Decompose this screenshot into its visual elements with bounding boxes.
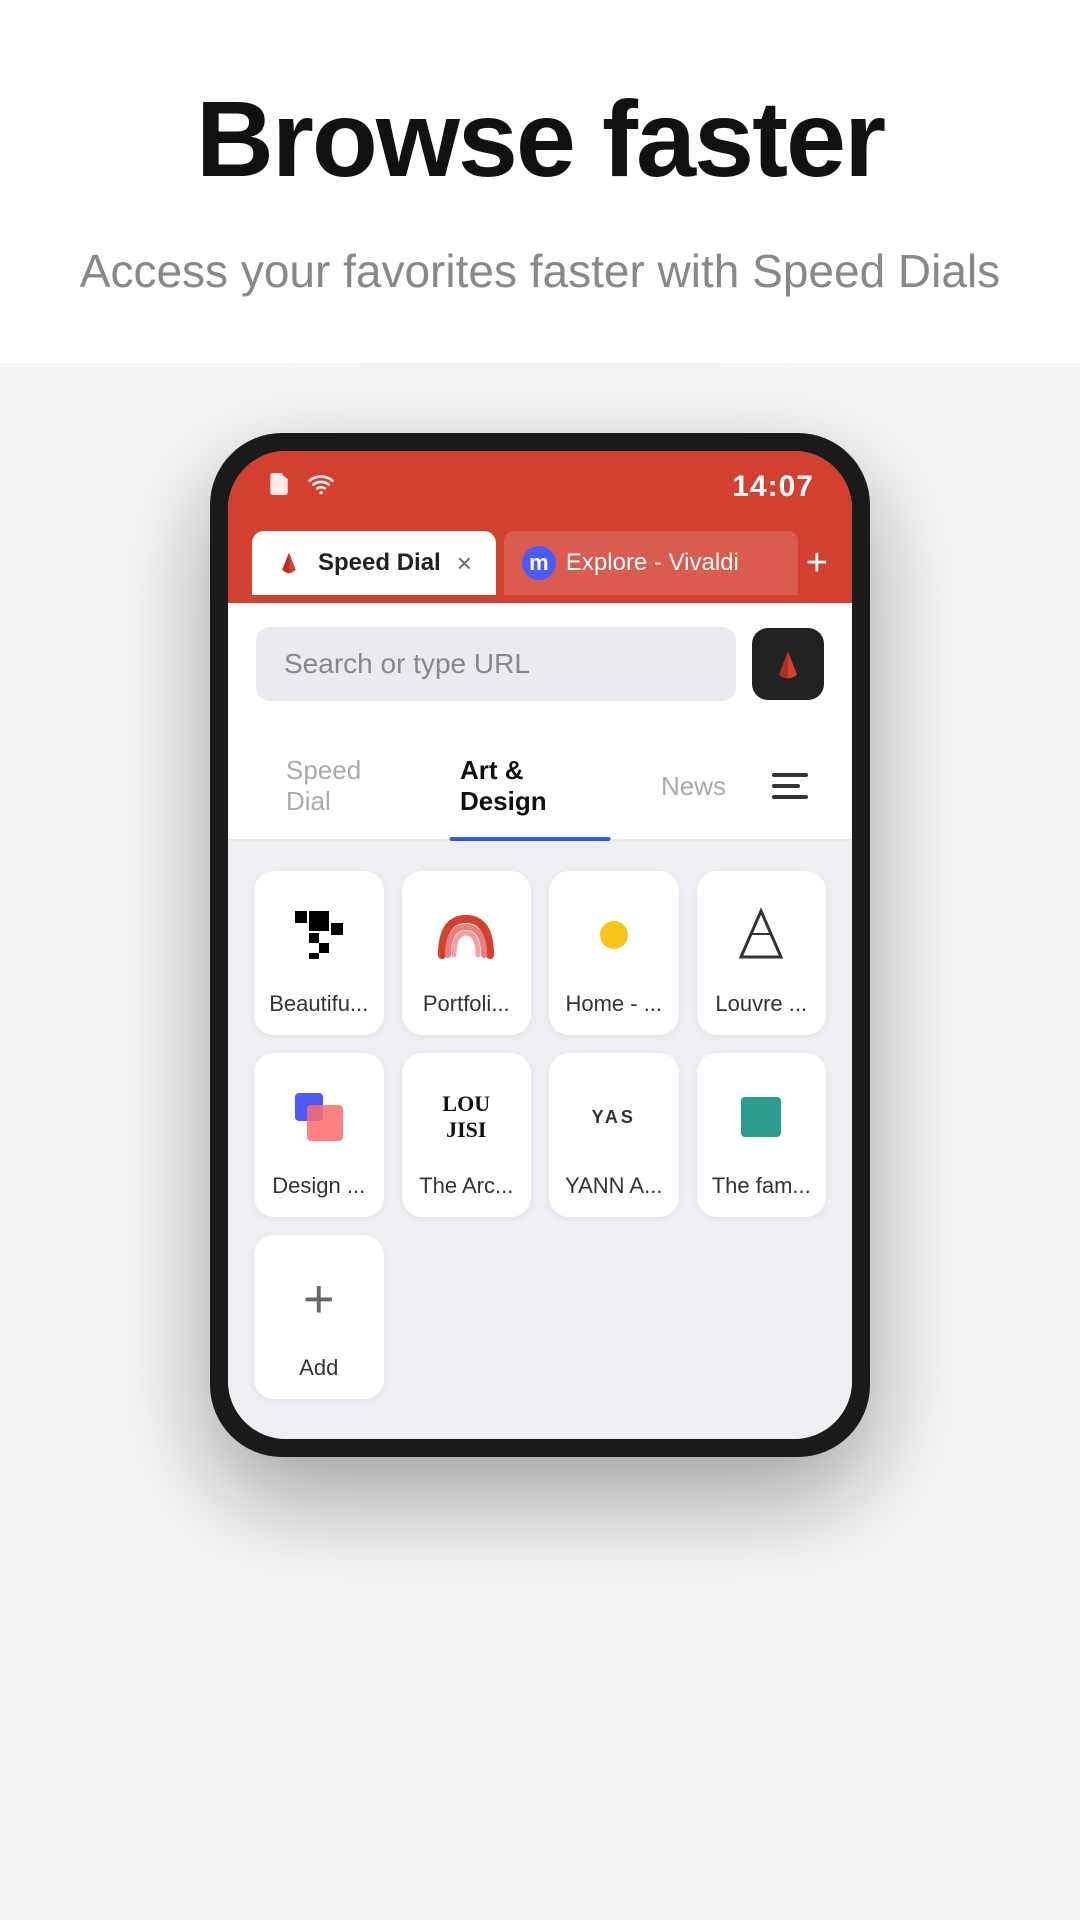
nav-menu-button[interactable] xyxy=(756,763,824,821)
dial-item-portfoli[interactable]: Portfoli... xyxy=(402,871,532,1035)
dial-item-design[interactable]: Design ... xyxy=(254,1053,384,1217)
vivaldi-menu-button[interactable] xyxy=(752,628,824,700)
tab-explore[interactable]: m Explore - Vivaldi xyxy=(504,531,798,595)
status-icons xyxy=(266,471,336,504)
search-placeholder: Search or type URL xyxy=(284,648,530,680)
hero-title: Browse faster xyxy=(60,80,1020,199)
dial-item-arc[interactable]: LOUJISI The Arc... xyxy=(402,1053,532,1217)
browser-content: Search or type URL xyxy=(228,603,852,721)
wifi-icon xyxy=(306,471,336,504)
nav-tabs: Speed Dial Art & Design News xyxy=(228,721,852,841)
dial-label-beautifu: Beautifu... xyxy=(269,991,368,1017)
dial-item-yann[interactable]: YAS YANN A... xyxy=(549,1053,679,1217)
dial-label-louvre: Louvre ... xyxy=(715,991,807,1017)
dial-label-home: Home - ... xyxy=(565,991,662,1017)
portfoli-icon xyxy=(426,895,506,975)
dial-label-yann: YANN A... xyxy=(565,1173,662,1199)
hamburger-line-3 xyxy=(772,795,808,799)
dial-label-portfoli: Portfoli... xyxy=(423,991,510,1017)
tab-speed-dial[interactable]: Speed Dial × xyxy=(252,531,496,595)
tab-close-button[interactable]: × xyxy=(453,544,476,583)
add-label: Add xyxy=(299,1355,338,1381)
tab-art-design-nav[interactable]: Art & Design xyxy=(430,745,631,839)
dial-grid: Beautifu... Portfoli... xyxy=(254,871,826,1217)
add-icon: + xyxy=(279,1259,359,1339)
mastodon-icon: m xyxy=(522,546,556,580)
search-row: Search or type URL xyxy=(256,627,824,701)
speed-dial-section: Beautifu... Portfoli... xyxy=(228,841,852,1439)
hero-subtitle: Access your favorites faster with Speed … xyxy=(60,239,1020,303)
dial-item-beautifu[interactable]: Beautifu... xyxy=(254,871,384,1035)
tab-inactive-label: Explore - Vivaldi xyxy=(566,549,739,577)
hamburger-line-1 xyxy=(772,773,808,777)
tab-active-label: Speed Dial xyxy=(318,549,441,577)
home-icon xyxy=(574,895,654,975)
dial-label-design: Design ... xyxy=(272,1173,365,1199)
tab-news-nav[interactable]: News xyxy=(631,761,756,824)
portfoli-logo xyxy=(434,903,498,967)
document-icon xyxy=(266,471,292,504)
phone-mockup: 14:07 Speed Dial × m xyxy=(210,433,870,1457)
tab-bar: Speed Dial × m Explore - Vivaldi + xyxy=(228,523,852,603)
hamburger-icon xyxy=(772,773,808,799)
louvre-logo xyxy=(729,903,793,967)
phone-frame: 14:07 Speed Dial × m xyxy=(210,433,870,1457)
new-tab-button[interactable]: + xyxy=(806,542,828,585)
page-bottom xyxy=(0,1457,1080,1920)
design-icon xyxy=(279,1077,359,1157)
arc-icon: LOUJISI xyxy=(426,1077,506,1157)
status-bar: 14:07 xyxy=(228,451,852,523)
dial-item-fam[interactable]: The fam... xyxy=(697,1053,827,1217)
dial-item-home[interactable]: Home - ... xyxy=(549,871,679,1035)
status-time: 14:07 xyxy=(732,470,814,504)
home-logo xyxy=(582,903,646,967)
dial-label-fam: The fam... xyxy=(712,1173,811,1199)
beautifu-icon xyxy=(279,895,359,975)
vivaldi-v-icon xyxy=(770,646,806,682)
phone-screen: 14:07 Speed Dial × m xyxy=(228,451,852,1439)
hero-section: Browse faster Access your favorites fast… xyxy=(0,0,1080,363)
dial-label-arc: The Arc... xyxy=(419,1173,513,1199)
beautifu-logo xyxy=(287,903,351,967)
dial-item-louvre[interactable]: Louvre ... xyxy=(697,871,827,1035)
louvre-icon xyxy=(721,895,801,975)
dial-add-button[interactable]: + Add xyxy=(254,1235,384,1399)
fam-icon xyxy=(721,1077,801,1157)
yann-icon: YAS xyxy=(574,1077,654,1157)
vivaldi-icon xyxy=(272,546,306,580)
hamburger-line-2 xyxy=(772,784,800,788)
tab-speed-dial-nav[interactable]: Speed Dial xyxy=(256,745,430,839)
search-bar[interactable]: Search or type URL xyxy=(256,627,736,701)
design-logo xyxy=(287,1085,351,1149)
fam-logo xyxy=(729,1085,793,1149)
